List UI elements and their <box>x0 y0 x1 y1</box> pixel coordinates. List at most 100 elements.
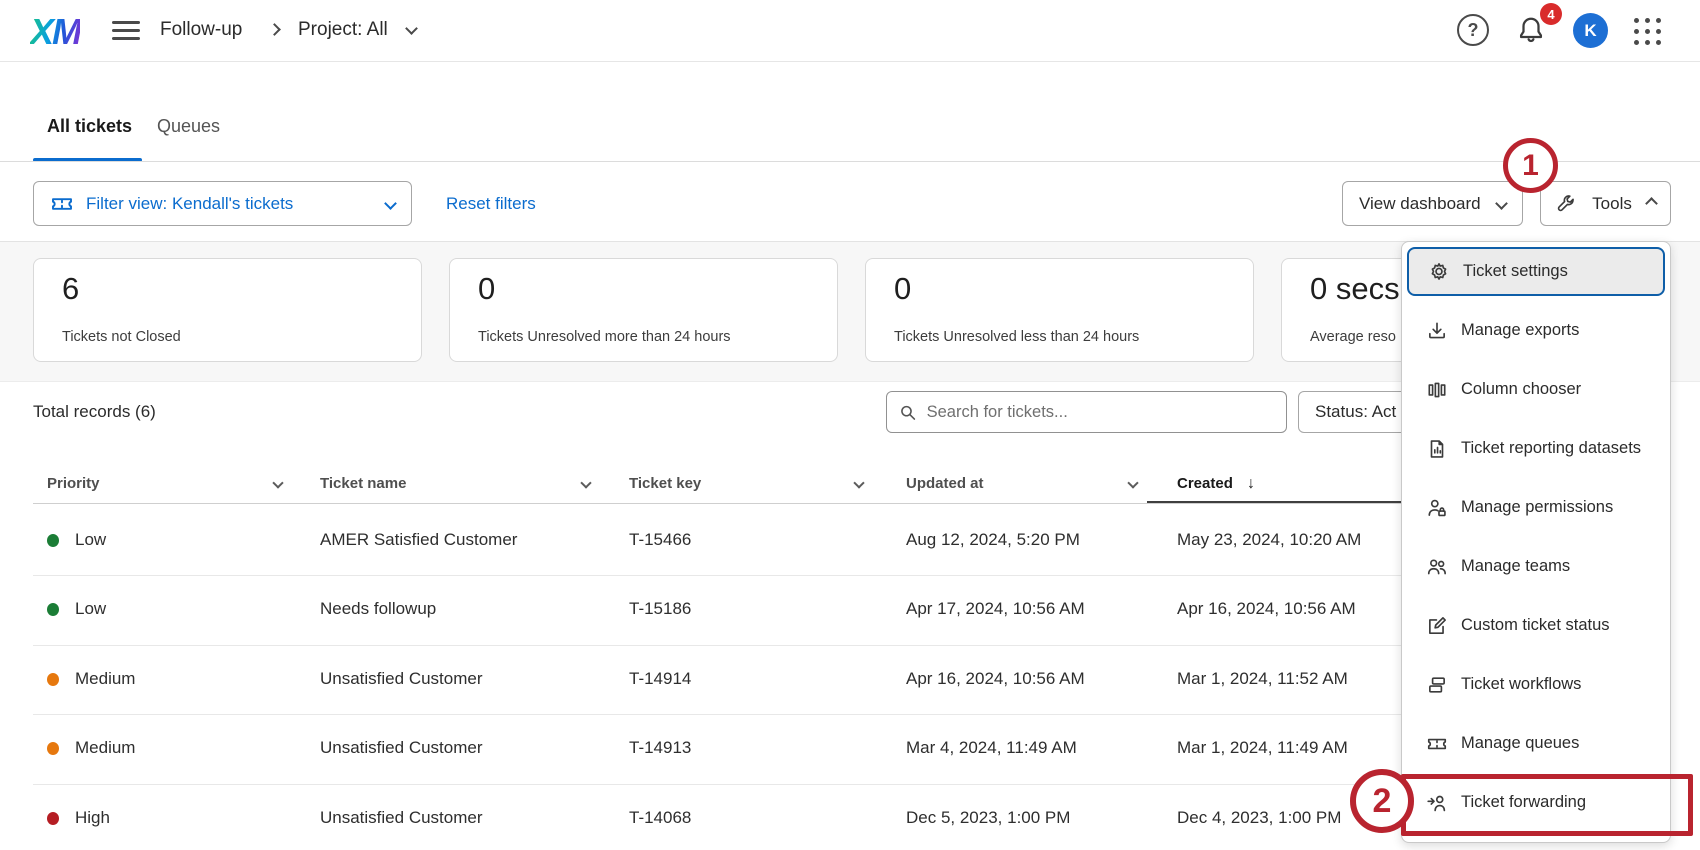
search-box[interactable] <box>886 391 1287 433</box>
chevron-down-icon[interactable] <box>1127 477 1138 488</box>
cell-ticket-key: T-15466 <box>629 530 691 550</box>
cell-ticket-name: Unsatisfied Customer <box>320 738 483 758</box>
filter-view-label: Filter view: Kendall's tickets <box>86 194 293 214</box>
cell-updated-at: Mar 4, 2024, 11:49 AM <box>906 738 1077 758</box>
menu-item-manage-teams[interactable]: Manage teams <box>1402 537 1670 596</box>
column-header-created[interactable]: Created ↓ <box>1177 475 1255 493</box>
edit-icon <box>1426 615 1448 637</box>
filter-view-dropdown[interactable]: Filter view: Kendall's tickets <box>33 181 412 226</box>
menu-item-ticket-settings[interactable]: Ticket settings <box>1407 247 1665 296</box>
tools-label: Tools <box>1592 194 1632 214</box>
layers-icon <box>1426 674 1448 696</box>
tab-all-tickets[interactable]: All tickets <box>47 116 132 137</box>
tabs-divider <box>0 161 1700 162</box>
columns-icon <box>1426 379 1448 401</box>
cell-priority: High <box>75 808 110 828</box>
menu-item-ticket-reporting-datasets[interactable]: Ticket reporting datasets <box>1402 419 1670 478</box>
cell-created: May 23, 2024, 10:20 AM <box>1177 530 1361 550</box>
stat-value: 0 secs <box>1310 271 1400 307</box>
search-input[interactable] <box>927 403 1274 422</box>
menu-item-manage-permissions[interactable]: Manage permissions <box>1402 478 1670 537</box>
ticket-icon <box>50 192 74 216</box>
total-records: Total records (6) <box>33 402 156 422</box>
stat-label: Tickets Unresolved more than 24 hours <box>478 329 731 345</box>
stat-card-unresolved-less-24h: 0 Tickets Unresolved less than 24 hours <box>865 258 1254 362</box>
cell-priority: Medium <box>75 738 135 758</box>
view-dashboard-button[interactable]: View dashboard <box>1342 181 1523 226</box>
cell-priority: Low <box>75 599 106 619</box>
cell-created: Dec 4, 2023, 1:00 PM <box>1177 808 1341 828</box>
column-header-priority[interactable]: Priority <box>47 475 100 492</box>
cell-ticket-key: T-15186 <box>629 599 691 619</box>
annotation-highlight-box <box>1401 774 1693 836</box>
column-header-ticket-key[interactable]: Ticket key <box>629 475 701 492</box>
project-selector[interactable]: Project: All <box>298 19 388 41</box>
menu-item-column-chooser[interactable]: Column chooser <box>1402 360 1670 419</box>
gear-icon <box>1428 261 1450 283</box>
search-icon <box>899 403 917 422</box>
xm-logo: XM <box>30 11 80 53</box>
chevron-down-icon <box>1495 197 1508 210</box>
cell-ticket-name: AMER Satisfied Customer <box>320 530 517 550</box>
notification-badge: 4 <box>1540 3 1562 25</box>
stat-value: 0 <box>478 271 495 307</box>
cell-ticket-key: T-14068 <box>629 808 691 828</box>
stat-label: Average reso <box>1310 329 1396 345</box>
person-lock-icon <box>1426 497 1448 519</box>
tools-menu: Ticket settings Manage exports Column ch… <box>1401 241 1671 843</box>
chevron-down-icon[interactable] <box>580 477 591 488</box>
cell-updated-at: Apr 16, 2024, 10:56 AM <box>906 669 1085 689</box>
apps-grid-icon[interactable] <box>1634 18 1661 45</box>
annotation-step-1: 1 <box>1503 138 1558 193</box>
chevron-down-icon <box>384 197 397 210</box>
tools-button[interactable]: Tools <box>1540 181 1671 226</box>
cell-ticket-key: T-14914 <box>629 669 691 689</box>
priority-dot <box>47 812 59 825</box>
people-icon <box>1426 556 1448 578</box>
view-dashboard-label: View dashboard <box>1359 194 1481 214</box>
wrench-icon <box>1555 193 1577 215</box>
report-document-icon <box>1426 438 1448 460</box>
help-button[interactable]: ? <box>1457 14 1489 46</box>
menu-item-ticket-workflows[interactable]: Ticket workflows <box>1402 655 1670 714</box>
cell-ticket-key: T-14913 <box>629 738 691 758</box>
ticket-icon <box>1426 733 1448 755</box>
stat-card-not-closed: 6 Tickets not Closed <box>33 258 422 362</box>
cell-updated-at: Apr 17, 2024, 10:56 AM <box>906 599 1085 619</box>
stat-value: 0 <box>894 271 911 307</box>
cell-priority: Medium <box>75 669 135 689</box>
menu-item-manage-exports[interactable]: Manage exports <box>1402 301 1670 360</box>
top-bar: XM Follow-up Project: All ? 4 K <box>0 0 1700 62</box>
cell-ticket-name: Unsatisfied Customer <box>320 808 483 828</box>
stat-card-unresolved-more-24h: 0 Tickets Unresolved more than 24 hours <box>449 258 838 362</box>
cell-created: Mar 1, 2024, 11:49 AM <box>1177 738 1348 758</box>
download-icon <box>1426 320 1448 342</box>
reset-filters-link[interactable]: Reset filters <box>446 194 536 214</box>
chevron-down-icon[interactable] <box>272 477 283 488</box>
menu-item-custom-ticket-status[interactable]: Custom ticket status <box>1402 596 1670 655</box>
cell-ticket-name: Unsatisfied Customer <box>320 669 483 689</box>
chevron-up-icon <box>1645 197 1658 210</box>
priority-dot <box>47 603 59 616</box>
tab-queues[interactable]: Queues <box>157 116 220 137</box>
stat-label: Tickets Unresolved less than 24 hours <box>894 329 1139 345</box>
sort-descending-icon: ↓ <box>1247 475 1255 492</box>
hamburger-menu-icon[interactable] <box>112 21 140 41</box>
chevron-down-icon[interactable] <box>853 477 864 488</box>
stat-label: Tickets not Closed <box>62 329 181 345</box>
cell-created: Apr 16, 2024, 10:56 AM <box>1177 599 1356 619</box>
tickets-page: XM Follow-up Project: All ? 4 K All tick… <box>0 0 1700 850</box>
cell-priority: Low <box>75 530 106 550</box>
column-header-updated-at[interactable]: Updated at <box>906 475 984 492</box>
cell-created: Mar 1, 2024, 11:52 AM <box>1177 669 1348 689</box>
cell-ticket-name: Needs followup <box>320 599 436 619</box>
menu-item-manage-queues[interactable]: Manage queues <box>1402 714 1670 773</box>
chevron-down-icon[interactable] <box>405 22 418 35</box>
avatar[interactable]: K <box>1573 13 1608 48</box>
column-header-ticket-name[interactable]: Ticket name <box>320 475 406 492</box>
cell-updated-at: Aug 12, 2024, 5:20 PM <box>906 530 1080 550</box>
chevron-right-icon <box>268 23 281 36</box>
stat-value: 6 <box>62 271 79 307</box>
breadcrumb-follow-up[interactable]: Follow-up <box>160 19 242 41</box>
priority-dot <box>47 742 59 755</box>
